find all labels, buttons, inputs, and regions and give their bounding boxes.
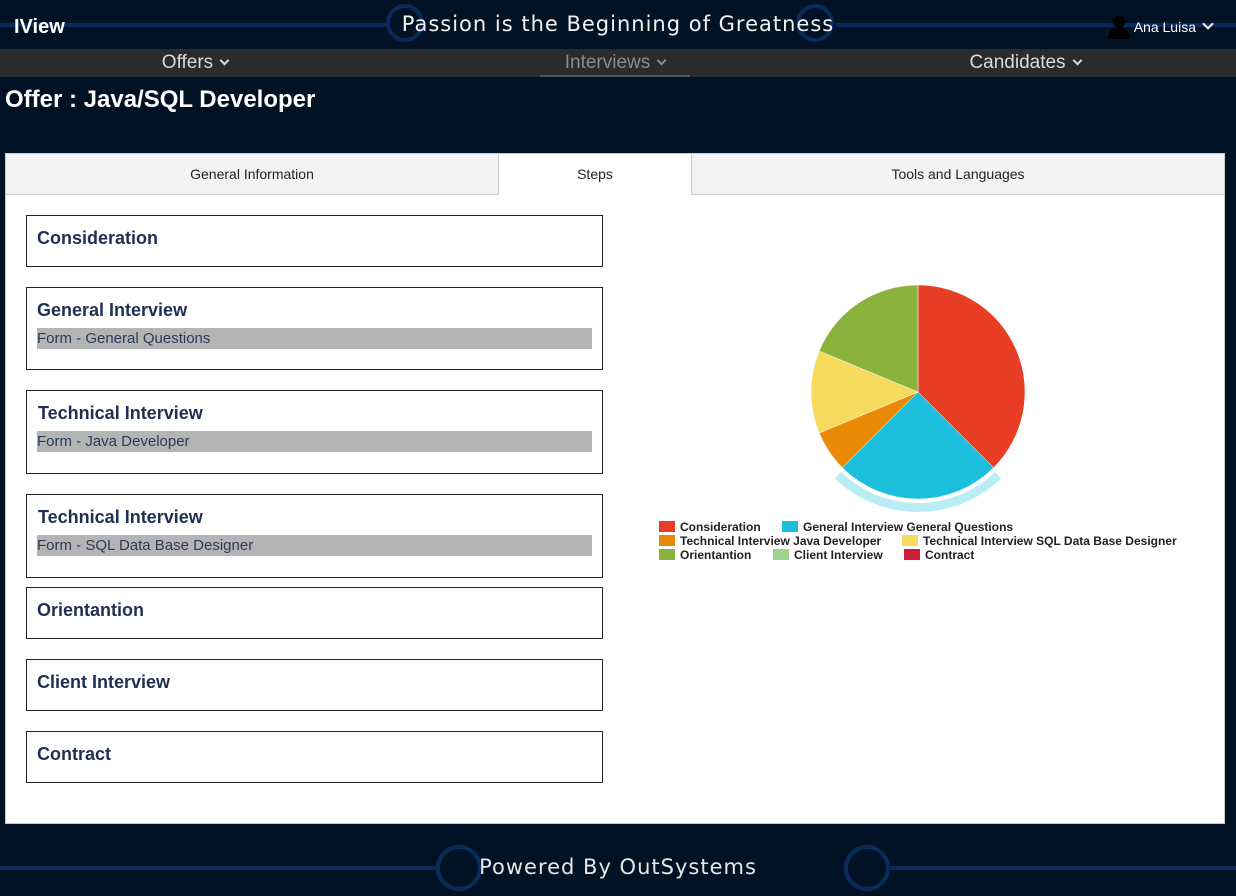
step-card[interactable]: General Interview Form - General Questio…: [26, 287, 603, 370]
footer: Powered By OutSystems: [0, 840, 1236, 896]
step-card[interactable]: Technical Interview Form - Java Develope…: [26, 390, 603, 474]
step-card[interactable]: Technical Interview Form - SQL Data Base…: [26, 494, 603, 578]
main-nav: Offers Interviews Candidates: [0, 49, 1236, 77]
step-title: Contract: [37, 744, 112, 764]
step-title: Technical Interview: [38, 403, 203, 423]
step-card[interactable]: Consideration: [26, 215, 603, 267]
legend-swatch: [659, 521, 675, 532]
legend-item[interactable]: General Interview General Questions: [782, 520, 1013, 534]
step-title: Client Interview: [37, 672, 171, 692]
step-title: Orientantion: [37, 600, 144, 620]
nav-candidates[interactable]: Candidates: [950, 49, 1100, 77]
step-form-link[interactable]: Form - General Questions: [37, 328, 592, 349]
legend-swatch: [904, 549, 920, 560]
tagline: Passion is the Beginning of Greatness: [401, 12, 835, 36]
tab-bar: General Information Steps Tools and Lang…: [6, 154, 1224, 195]
legend-item[interactable]: Technical Interview SQL Data Base Design…: [902, 534, 1177, 548]
legend-label: General Interview General Questions: [803, 520, 1014, 534]
legend-item[interactable]: Consideration: [659, 520, 761, 534]
legend-label: Technical Interview Java Developer: [680, 534, 882, 548]
nav-offers-label: Offers: [161, 52, 214, 73]
legend-label: Technical Interview SQL Data Base Design…: [923, 534, 1177, 548]
step-title: Technical Interview: [38, 507, 203, 527]
top-header: IView Passion is the Beginning of Greatn…: [0, 0, 1236, 50]
legend-label: Contract: [925, 548, 975, 562]
step-title: General Interview: [37, 300, 188, 320]
nav-interviews[interactable]: Interviews: [540, 49, 690, 77]
step-card[interactable]: Client Interview: [26, 659, 603, 711]
step-card[interactable]: Contract: [26, 731, 603, 783]
footer-text: Powered By OutSystems: [479, 855, 757, 879]
tab-general-information[interactable]: General Information: [6, 154, 498, 195]
legend-label: Consideration: [680, 520, 761, 534]
chevron-down-icon: [219, 55, 230, 66]
legend-item[interactable]: Contract: [904, 548, 974, 562]
tab-steps[interactable]: Steps: [498, 154, 692, 195]
legend-swatch: [659, 549, 675, 560]
user-menu[interactable]: Ana Luisa: [1107, 15, 1214, 39]
step-title: Consideration: [37, 228, 159, 248]
chevron-down-icon: [1202, 18, 1214, 30]
nav-candidates-label: Candidates: [969, 52, 1066, 73]
nav-interviews-label: Interviews: [564, 52, 651, 73]
legend-swatch: [902, 535, 918, 546]
legend-swatch: [659, 535, 675, 546]
steps-pie-chart: [810, 284, 1026, 512]
offer-panel: General Information Steps Tools and Lang…: [5, 153, 1225, 824]
page-title: Offer : Java/SQL Developer: [5, 86, 316, 113]
nav-offers[interactable]: Offers: [140, 49, 250, 77]
step-form-link[interactable]: Form - Java Developer: [37, 431, 592, 452]
legend-item[interactable]: Orientantion: [659, 548, 751, 562]
step-form-link[interactable]: Form - SQL Data Base Designer: [37, 535, 592, 556]
legend-label: Orientantion: [680, 548, 752, 562]
legend-item[interactable]: Client Interview: [773, 548, 883, 562]
legend-item[interactable]: Technical Interview Java Developer: [659, 534, 881, 548]
legend-swatch: [782, 521, 798, 532]
legend-label: Client Interview: [794, 548, 883, 562]
user-icon: [1107, 16, 1130, 39]
tab-tools-and-languages[interactable]: Tools and Languages: [692, 154, 1224, 195]
user-name: Ana Luisa: [1133, 19, 1196, 35]
chevron-down-icon: [656, 55, 667, 66]
step-card[interactable]: Orientantion: [26, 587, 603, 639]
chevron-down-icon: [1072, 55, 1083, 66]
legend-swatch: [773, 549, 789, 560]
